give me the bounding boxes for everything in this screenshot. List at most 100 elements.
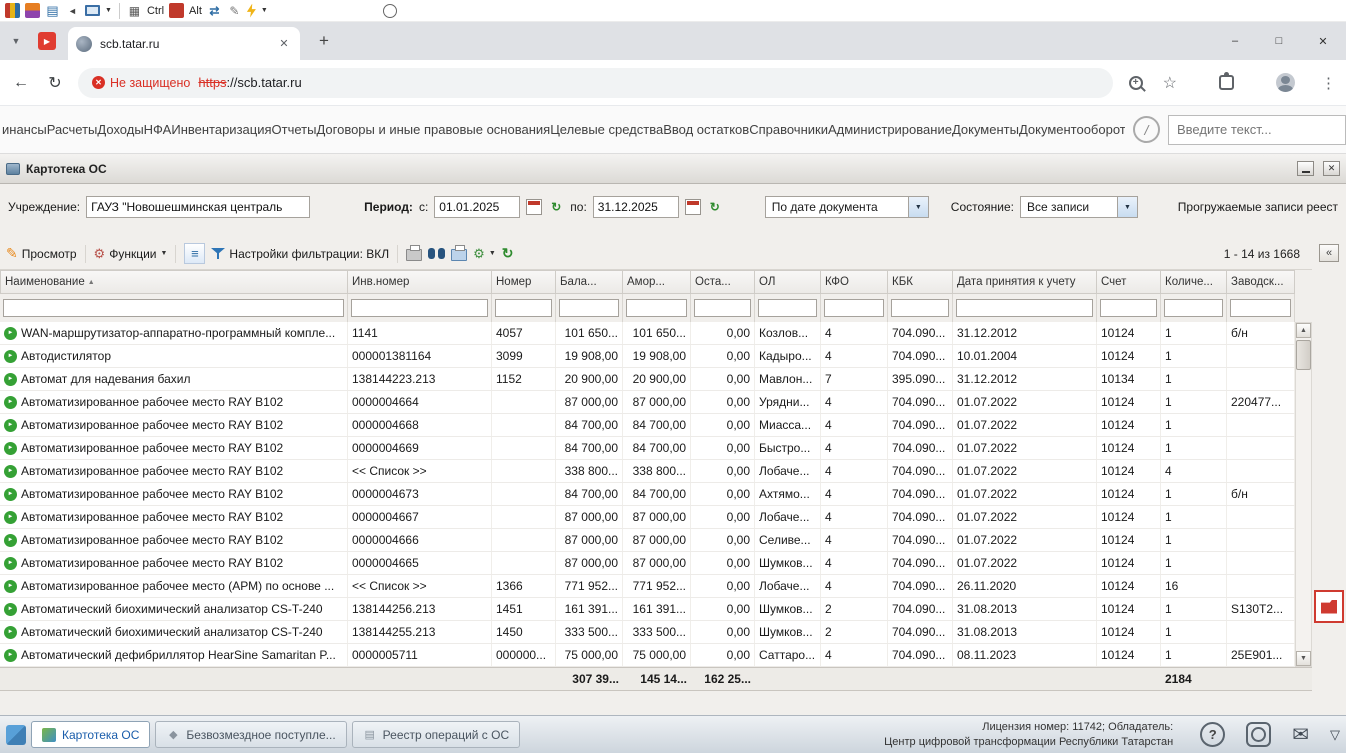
- table-row[interactable]: ►WAN-маршрутизатор-аппаратно-программный…: [0, 322, 1295, 345]
- extensions-icon[interactable]: [1219, 75, 1234, 90]
- date-from-input[interactable]: [434, 196, 520, 218]
- menu-search-input[interactable]: [1168, 115, 1346, 145]
- column-header-12[interactable]: Количе...: [1161, 270, 1227, 294]
- open-record-icon[interactable]: ►: [4, 603, 17, 616]
- refresh-icon[interactable]: ↻: [44, 73, 66, 93]
- column-filter-input[interactable]: [1230, 299, 1291, 317]
- taskbar-tab-1[interactable]: Картотека ОС: [31, 721, 150, 748]
- date-mode-select[interactable]: По дате документа ▼: [765, 196, 929, 218]
- column-header-7[interactable]: ОЛ: [755, 270, 821, 294]
- tools-icon[interactable]: ✎: [227, 3, 242, 18]
- reset-date-icon[interactable]: ↻: [707, 199, 723, 215]
- open-record-icon[interactable]: ►: [4, 626, 17, 639]
- zoom-icon[interactable]: +: [1129, 76, 1143, 90]
- table-row[interactable]: ►Автоматизированное рабочее место RAY B1…: [0, 529, 1295, 552]
- alt-key-icon[interactable]: [169, 3, 184, 18]
- new-tab-button[interactable]: +: [312, 31, 336, 51]
- menu-item-6[interactable]: Отчеты: [272, 122, 317, 137]
- open-record-icon[interactable]: ►: [4, 373, 17, 386]
- calendar-icon[interactable]: [685, 199, 701, 215]
- vertical-scrollbar[interactable]: ▲ ▼: [1295, 322, 1312, 667]
- home-icon[interactable]: [6, 725, 26, 745]
- date-to-input[interactable]: [593, 196, 679, 218]
- scrollbar-thumb[interactable]: [1296, 340, 1311, 370]
- clock-icon[interactable]: [383, 4, 397, 18]
- table-row[interactable]: ►Автоматизированное рабочее место RAY B1…: [0, 391, 1295, 414]
- column-filter-input[interactable]: [1164, 299, 1223, 317]
- open-record-icon[interactable]: ►: [4, 442, 17, 455]
- settings-dropdown-button[interactable]: ⚙ ▼: [473, 246, 496, 262]
- calendar-icon[interactable]: [526, 199, 542, 215]
- menu-item-4[interactable]: НФА: [144, 122, 172, 137]
- column-filter-input[interactable]: [3, 299, 344, 317]
- taskbar-tab-2[interactable]: ◆Безвозмездное поступле...: [155, 721, 346, 748]
- column-header-10[interactable]: Дата принятия к учету: [953, 270, 1097, 294]
- table-row[interactable]: ►Автоматизированное рабочее место RAY B1…: [0, 460, 1295, 483]
- column-header-2[interactable]: Инв.номер: [348, 270, 492, 294]
- pinned-app-icon[interactable]: ▶: [38, 32, 56, 50]
- open-record-icon[interactable]: ►: [4, 396, 17, 409]
- menu-item-12[interactable]: Документы: [952, 122, 1019, 137]
- app-minimize-button[interactable]: [1297, 161, 1314, 176]
- open-record-icon[interactable]: ►: [4, 465, 17, 478]
- table-row[interactable]: ►Автоматический дефибриллятор HearSine S…: [0, 644, 1295, 667]
- menu-item-1[interactable]: инансы: [2, 122, 47, 137]
- menu-item-9[interactable]: Ввод остатков: [663, 122, 749, 137]
- mail-icon[interactable]: ✉: [1292, 722, 1309, 747]
- institution-input[interactable]: [86, 196, 310, 218]
- help-icon[interactable]: ?: [1200, 722, 1225, 747]
- address-bar[interactable]: ✕ Не защищено https://scb.tatar.ru: [78, 68, 1113, 98]
- menu-item-11[interactable]: Администрирование: [828, 122, 952, 137]
- open-record-icon[interactable]: ►: [4, 557, 17, 570]
- menu-item-8[interactable]: Целевые средства: [550, 122, 663, 137]
- open-record-icon[interactable]: ►: [4, 649, 17, 662]
- column-header-6[interactable]: Оста...: [691, 270, 755, 294]
- open-record-icon[interactable]: ►: [4, 534, 17, 547]
- menu-item-7[interactable]: Договоры и иные правовые основания: [316, 122, 550, 137]
- column-filter-input[interactable]: [559, 299, 619, 317]
- tab-search-icon[interactable]: ▼: [6, 36, 26, 46]
- browser-menu-icon[interactable]: ⋮: [1321, 74, 1336, 92]
- bookmark-star-icon[interactable]: ☆: [1163, 73, 1177, 93]
- lightning-icon[interactable]: [247, 4, 256, 18]
- column-filter-input[interactable]: [495, 299, 552, 317]
- table-row[interactable]: ►Автоматизированное рабочее место (АРМ) …: [0, 575, 1295, 598]
- column-header-3[interactable]: Номер: [492, 270, 556, 294]
- functions-button[interactable]: ⚙ Функции ▼: [94, 246, 168, 262]
- window-close-button[interactable]: ✕: [1316, 35, 1330, 48]
- table-row[interactable]: ►Автоматизированное рабочее место RAY B1…: [0, 437, 1295, 460]
- open-record-icon[interactable]: ►: [4, 580, 17, 593]
- floating-widget-button[interactable]: [1314, 590, 1344, 623]
- table-row[interactable]: ►Автоматизированное рабочее место RAY B1…: [0, 483, 1295, 506]
- window-minimize-button[interactable]: –: [1228, 35, 1242, 48]
- scroll-down-icon[interactable]: ▼: [1296, 651, 1311, 666]
- column-filter-input[interactable]: [694, 299, 751, 317]
- security-badge[interactable]: ✕ Не защищено: [92, 76, 190, 90]
- column-header-9[interactable]: КБК: [888, 270, 953, 294]
- book-icon[interactable]: ▤: [45, 3, 60, 18]
- taskbar-tab-3[interactable]: ▤Реестр операций с ОС: [352, 721, 520, 748]
- profile-avatar[interactable]: [1276, 73, 1295, 92]
- slash-shortcut-icon[interactable]: /: [1133, 116, 1160, 143]
- column-filter-input[interactable]: [956, 299, 1093, 317]
- print-settings-icon[interactable]: [451, 249, 467, 261]
- column-header-13[interactable]: Заводск...: [1227, 270, 1295, 294]
- table-row[interactable]: ►Автоматический биохимический анализатор…: [0, 598, 1295, 621]
- table-row[interactable]: ►Автоматический биохимический анализатор…: [0, 621, 1295, 644]
- tab-close-icon[interactable]: ✕: [276, 36, 292, 52]
- column-filter-input[interactable]: [626, 299, 687, 317]
- open-record-icon[interactable]: ►: [4, 488, 17, 501]
- state-select[interactable]: Все записи ▼: [1020, 196, 1138, 218]
- column-header-11[interactable]: Счет: [1097, 270, 1161, 294]
- column-header-5[interactable]: Амор...: [623, 270, 691, 294]
- column-filter-input[interactable]: [351, 299, 488, 317]
- collapse-taskbar-icon[interactable]: ▽: [1330, 722, 1340, 747]
- table-row[interactable]: ►Автоматизированное рабочее место RAY B1…: [0, 552, 1295, 575]
- window-maximize-button[interactable]: □: [1272, 35, 1286, 48]
- numbered-list-button[interactable]: ≡: [184, 243, 205, 264]
- screenshot-camera-icon[interactable]: [1246, 722, 1271, 747]
- column-filter-input[interactable]: [824, 299, 884, 317]
- menu-item-10[interactable]: Справочники: [749, 122, 828, 137]
- column-filter-input[interactable]: [758, 299, 817, 317]
- open-record-icon[interactable]: ►: [4, 419, 17, 432]
